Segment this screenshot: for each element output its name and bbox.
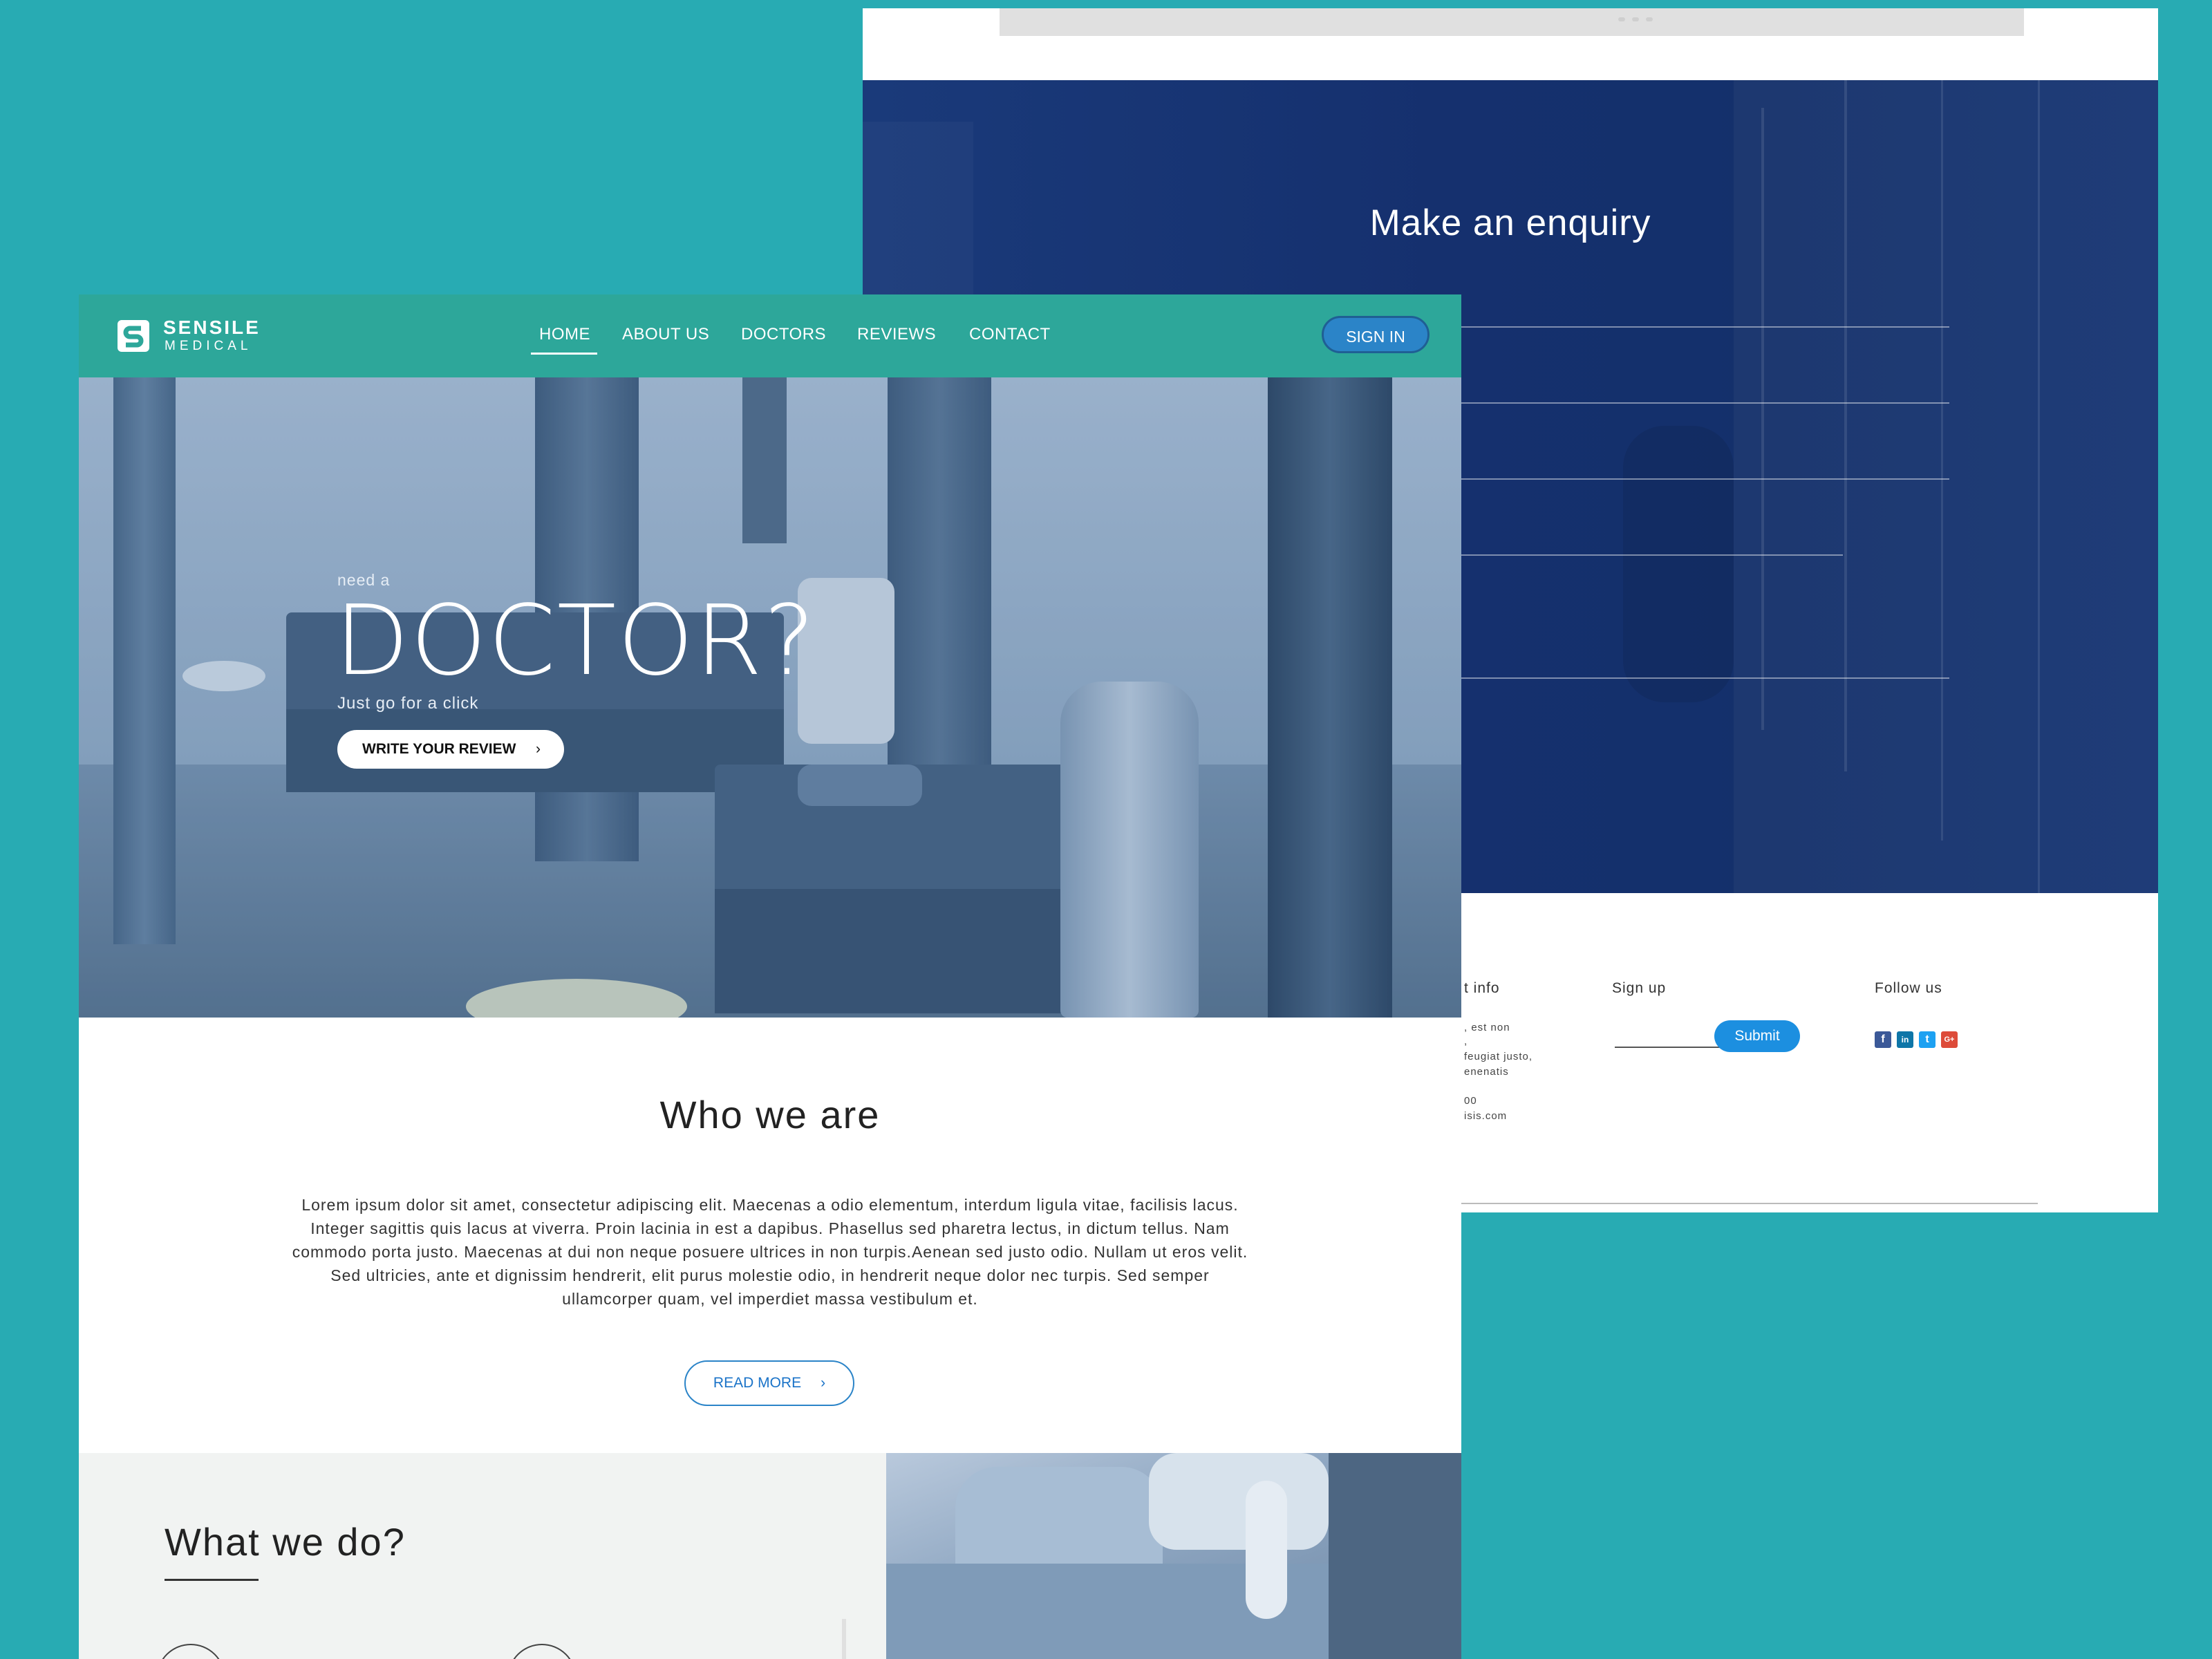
contact-line: feugiat justo, bbox=[1464, 1051, 1533, 1062]
write-review-button[interactable]: WRITE YOUR REVIEW › bbox=[337, 730, 564, 769]
google-plus-icon[interactable]: G+ bbox=[1941, 1031, 1958, 1048]
slider-dots bbox=[1615, 12, 1698, 22]
read-more-label: READ MORE bbox=[713, 1375, 802, 1391]
what-we-do-title: What we do? bbox=[165, 1520, 406, 1564]
contact-phone: 00 bbox=[1464, 1095, 1477, 1107]
scrollbar[interactable] bbox=[842, 1619, 846, 1659]
sign-in-button[interactable]: SIGN IN bbox=[1322, 316, 1430, 353]
brand-subtitle: MEDICAL bbox=[165, 339, 252, 353]
logo-icon[interactable] bbox=[118, 320, 149, 352]
contact-line: , est non bbox=[1464, 1022, 1510, 1033]
signup-heading: Sign up bbox=[1612, 980, 1667, 996]
contact-info-heading: t info bbox=[1464, 980, 1500, 996]
chevron-right-icon: › bbox=[821, 1375, 826, 1391]
who-we-are-title: Who we are bbox=[659, 1093, 881, 1136]
title-underline bbox=[165, 1579, 259, 1581]
contact-email[interactable]: isis.com bbox=[1464, 1110, 1507, 1122]
top-navbar: SENSILE MEDICAL HOME ABOUT US DOCTORS RE… bbox=[79, 294, 1461, 377]
enquiry-name-input[interactable] bbox=[1460, 326, 1949, 328]
service-icon bbox=[156, 1644, 225, 1659]
nav-doctors[interactable]: DOCTORS bbox=[741, 325, 826, 344]
enquiry-message-input[interactable] bbox=[1460, 677, 1949, 679]
front-page-preview: SENSILE MEDICAL HOME ABOUT US DOCTORS RE… bbox=[79, 294, 1461, 1659]
write-review-label: WRITE YOUR REVIEW bbox=[362, 741, 516, 757]
enquiry-email-input[interactable] bbox=[1460, 402, 1949, 404]
nav-about-us[interactable]: ABOUT US bbox=[622, 325, 709, 344]
linkedin-icon[interactable]: in bbox=[1897, 1031, 1913, 1048]
nav-home[interactable]: HOME bbox=[539, 325, 590, 344]
nav-contact[interactable]: CONTACT bbox=[969, 325, 1051, 344]
chevron-right-icon: › bbox=[536, 741, 541, 757]
nav-reviews[interactable]: REVIEWS bbox=[857, 325, 936, 344]
nav-active-indicator bbox=[531, 353, 597, 355]
enquiry-phone-input[interactable] bbox=[1460, 478, 1949, 480]
what-we-do-section: What we do? bbox=[79, 1453, 886, 1659]
surgery-photo bbox=[886, 1453, 1461, 1659]
follow-us-heading: Follow us bbox=[1875, 980, 1942, 996]
submit-button[interactable]: Submit bbox=[1714, 1020, 1800, 1052]
contact-line: , bbox=[1464, 1035, 1468, 1047]
hero-subline: Just go for a click bbox=[337, 694, 479, 713]
contact-line: enenatis bbox=[1464, 1066, 1509, 1078]
hero-banner: need a DOCTOR? Just go for a click WRITE… bbox=[79, 377, 1461, 1018]
read-more-button[interactable]: READ MORE › bbox=[684, 1360, 854, 1406]
service-icon bbox=[507, 1644, 577, 1659]
facebook-icon[interactable]: f bbox=[1875, 1031, 1891, 1048]
hero-headline: DOCTOR? bbox=[335, 585, 817, 697]
who-we-are-body: Lorem ipsum dolor sit amet, consectetur … bbox=[292, 1196, 1248, 1308]
enquiry-subject-input[interactable] bbox=[1460, 554, 1843, 556]
brand-name[interactable]: SENSILE bbox=[163, 317, 261, 339]
twitter-icon[interactable]: t bbox=[1919, 1031, 1936, 1048]
signup-email-input[interactable] bbox=[1615, 1047, 1725, 1048]
back-top-bar bbox=[1000, 8, 2024, 36]
who-we-are-section: Who we are Lorem ipsum dolor sit amet, c… bbox=[79, 1018, 1461, 1453]
enquiry-title: Make an enquiry bbox=[1369, 203, 1651, 243]
